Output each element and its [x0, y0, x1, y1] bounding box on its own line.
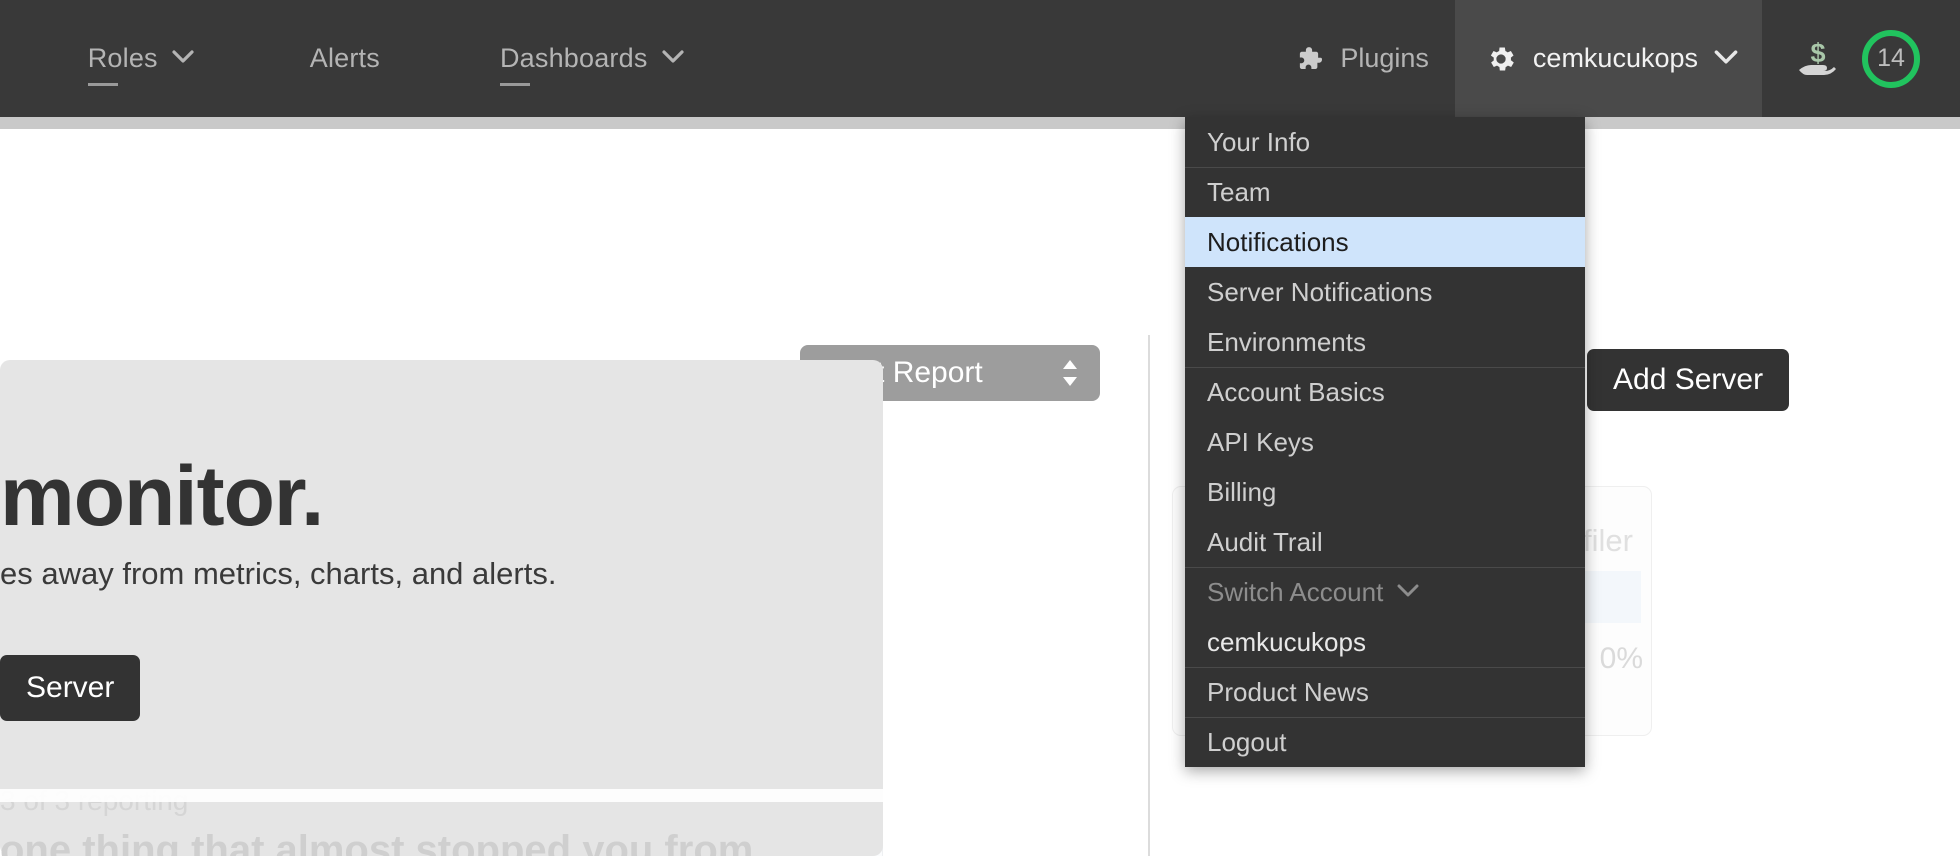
reporting-strike-band [0, 789, 883, 802]
nav-item-label: Roles [87, 43, 158, 73]
menu-item-environments[interactable]: Environments [1185, 317, 1585, 367]
menu-switch-account-toggle[interactable]: Switch Account [1185, 567, 1585, 617]
hero-subtitle: es away from metrics, charts, and alerts… [0, 556, 557, 591]
nav-item-label: Plugins [1340, 43, 1429, 73]
chevron-down-icon [1397, 584, 1419, 602]
gear-icon [1485, 43, 1517, 75]
menu-item-your-info[interactable]: Your Info [1185, 117, 1585, 167]
chevron-down-icon [661, 49, 684, 68]
hero-title: monitor. [0, 449, 324, 543]
account-menu-label: cemkucukops [1532, 43, 1698, 73]
spinner-arrows-icon [1062, 360, 1078, 386]
nav-bottom-strip [0, 117, 1960, 129]
add-server-button[interactable]: Add Server [1587, 349, 1790, 411]
hand-holding-dollar-icon: $ [1796, 36, 1848, 82]
nav-right-group: Plugins cemkucukops $ 14 [1268, 0, 1960, 117]
app-root: as of 03:05AM Last Report Response Time … [0, 0, 1960, 856]
credits-badge: 14 [1862, 29, 1920, 88]
top-navigation-bar: s Roles Alerts Dashboards [0, 0, 1960, 117]
hero-overlay-panel [0, 360, 883, 856]
puzzle-piece-icon [1294, 44, 1324, 74]
chevron-down-icon [1714, 49, 1738, 68]
menu-item-team[interactable]: Team [1185, 167, 1585, 217]
nav-item-roles[interactable]: Roles [28, 43, 250, 86]
menu-item-product-news[interactable]: Product News [1185, 667, 1585, 717]
column-divider [1148, 335, 1150, 856]
menu-item-api-keys[interactable]: API Keys [1185, 417, 1585, 467]
menu-item-audit-trail[interactable]: Audit Trail [1185, 517, 1585, 567]
hero-secondary-title: one thing that almost stopped you from [0, 828, 754, 856]
nav-item-alerts[interactable]: Alerts [250, 43, 440, 74]
profiler-percent: 0% [1599, 642, 1643, 675]
menu-item-account-basics[interactable]: Account Basics [1185, 367, 1585, 417]
nav-item-account-menu[interactable]: cemkucukops [1454, 0, 1762, 117]
nav-item-label: Dashboards [499, 43, 648, 73]
nav-item-label: Alerts [309, 43, 380, 73]
nav-item-active-underline [87, 83, 118, 86]
nav-item-dashboards[interactable]: Dashboards [440, 43, 740, 86]
menu-item-billing[interactable]: Billing [1185, 467, 1585, 517]
account-dropdown-menu: Your Info Team Notifications Server Noti… [1185, 117, 1585, 767]
hero-server-button[interactable]: Server [0, 655, 141, 721]
nav-left-group: s Roles Alerts Dashboards [0, 0, 740, 117]
profiler-card-title: filer [1583, 523, 1633, 558]
menu-item-account-cemkucukops[interactable]: cemkucukops [1185, 617, 1585, 667]
menu-item-notifications[interactable]: Notifications [1185, 217, 1585, 267]
nav-item-clipped[interactable]: s [0, 43, 28, 74]
nav-item-active-underline [499, 83, 530, 86]
nav-item-plugins[interactable]: Plugins [1268, 0, 1455, 117]
billing-credits-group[interactable]: $ 14 [1762, 0, 1960, 117]
chevron-down-icon [172, 49, 194, 68]
switch-account-label: Switch Account [1207, 577, 1384, 607]
credits-badge-count: 14 [1877, 44, 1905, 72]
menu-item-logout[interactable]: Logout [1185, 717, 1585, 767]
svg-text:$: $ [1810, 38, 1825, 68]
menu-item-server-notifications[interactable]: Server Notifications [1185, 267, 1585, 317]
